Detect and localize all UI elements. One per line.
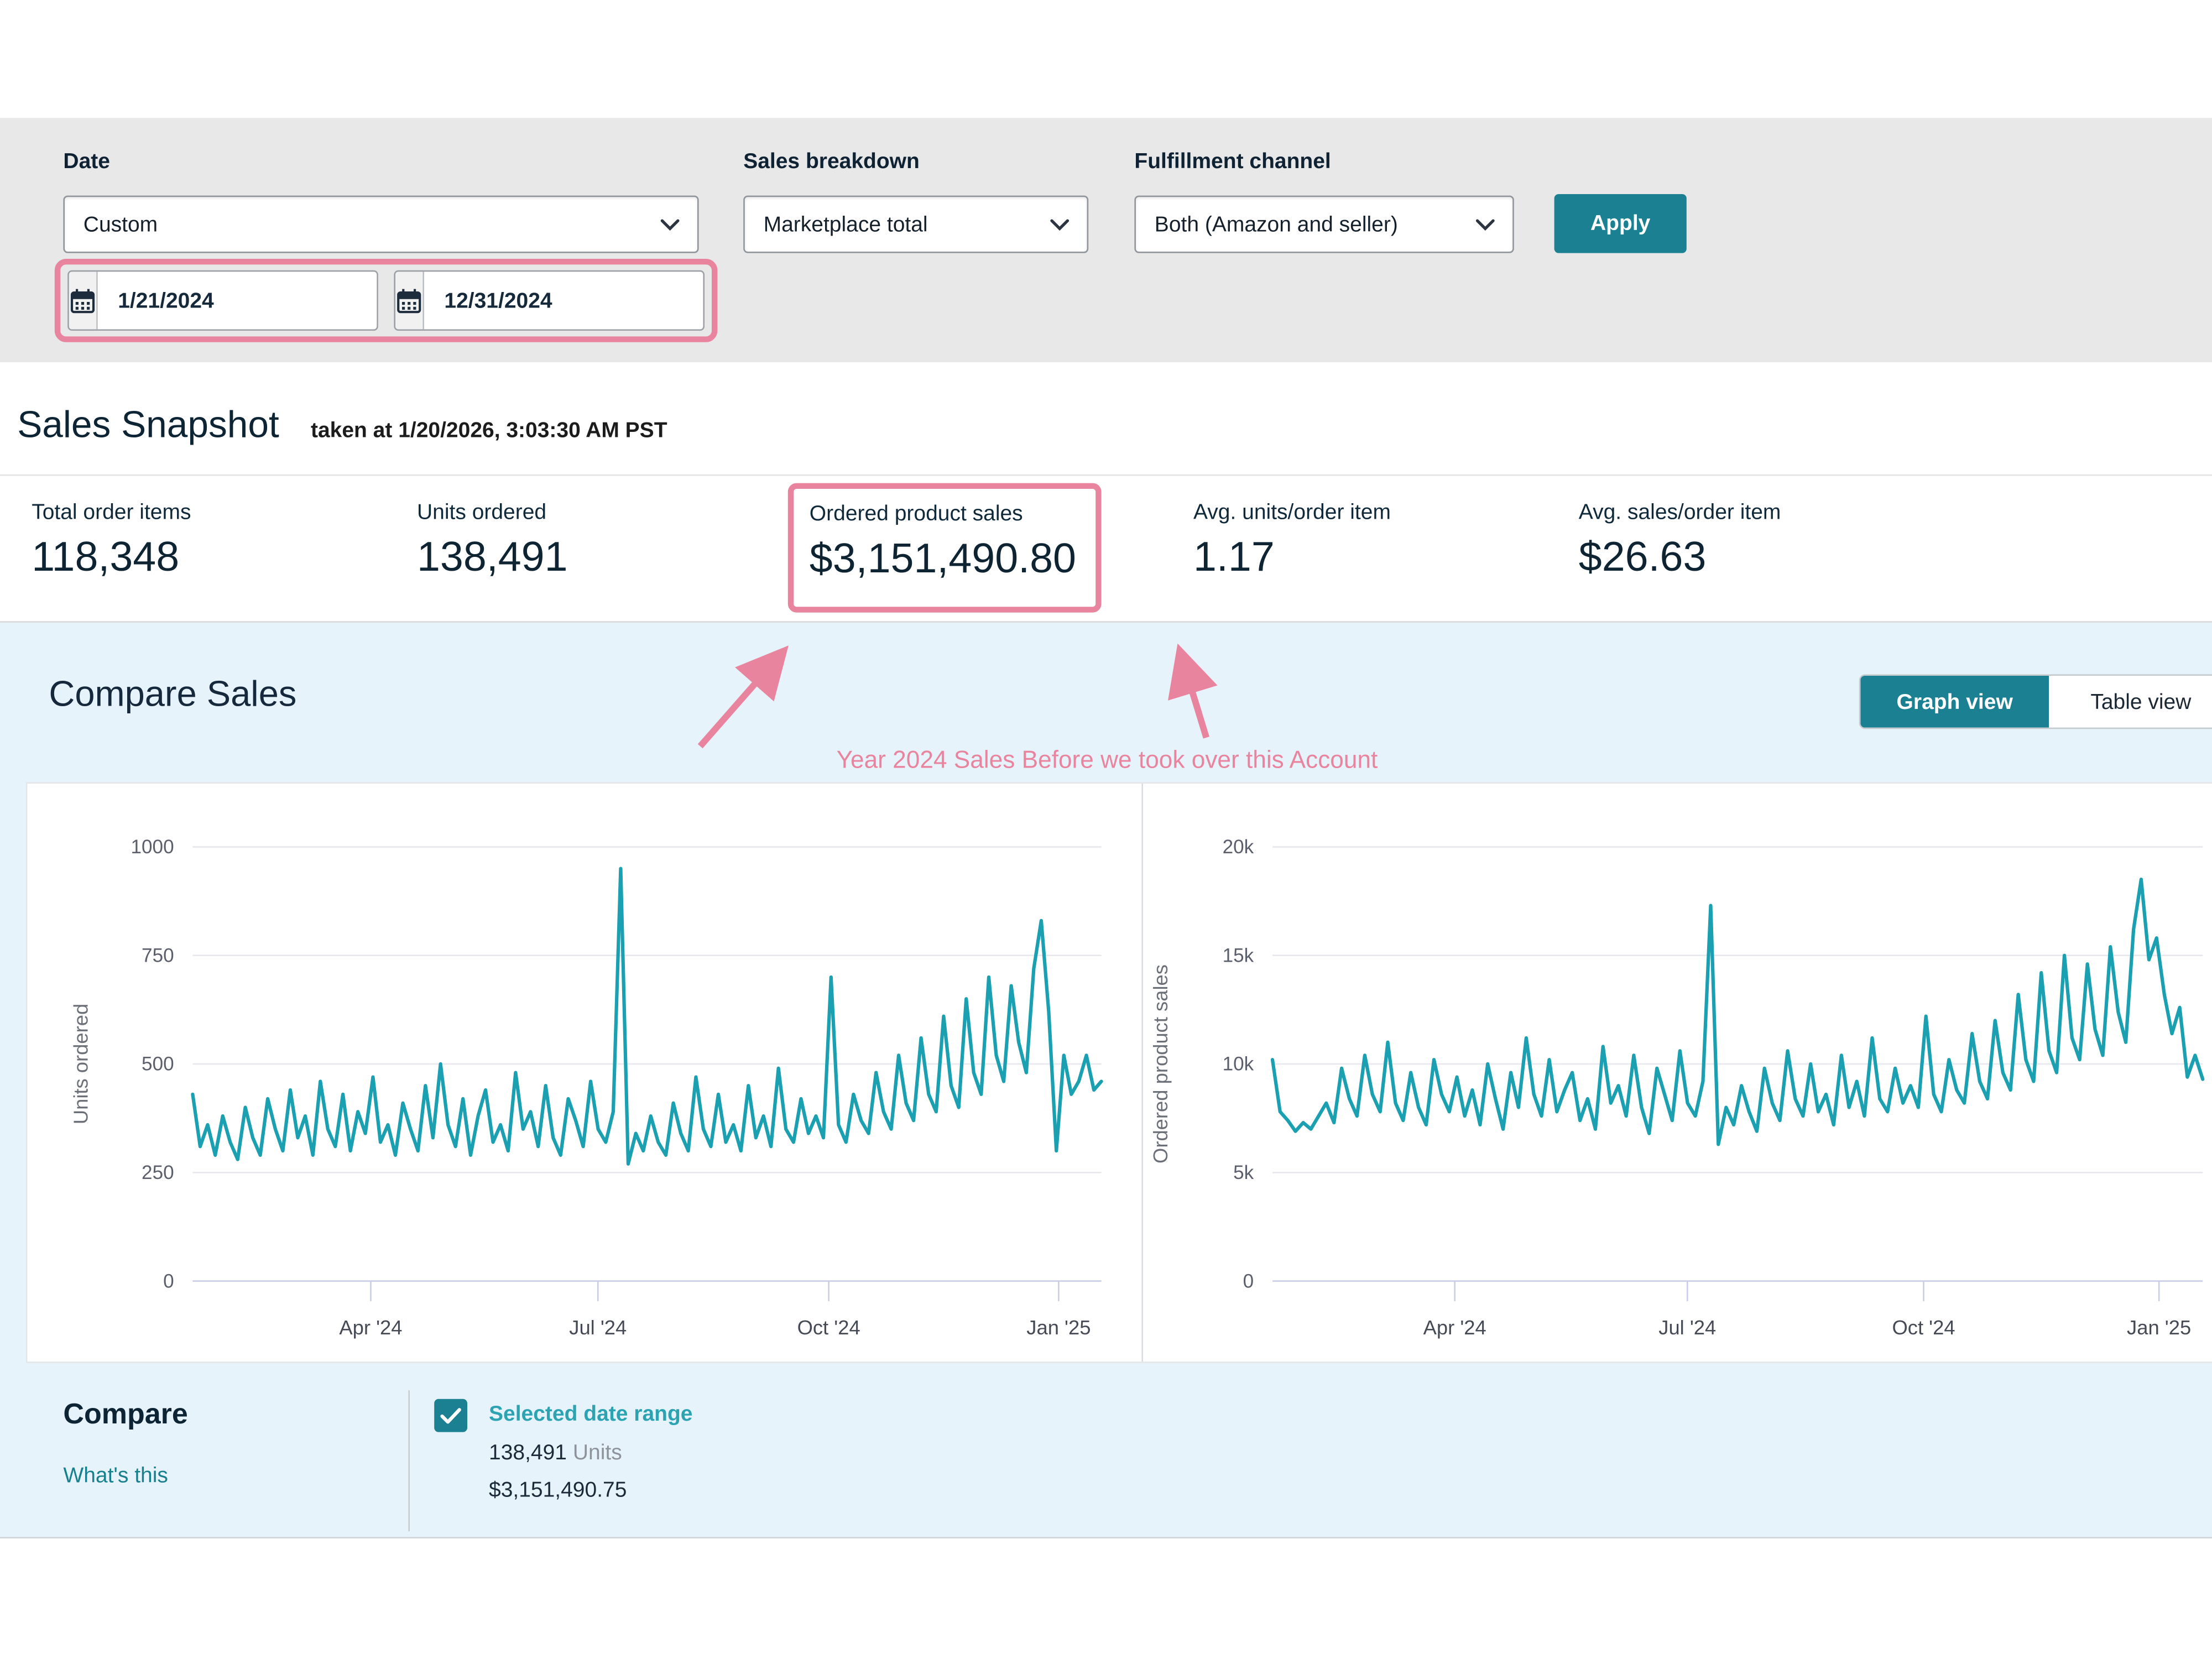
sales-breakdown-label: Sales breakdown	[743, 149, 920, 174]
chevron-down-icon	[1475, 218, 1495, 231]
compare-heading: Compare	[63, 1399, 187, 1432]
svg-text:Jan '25: Jan '25	[1026, 1316, 1091, 1339]
compare-sales-title: Compare Sales	[49, 674, 296, 716]
date-filter-label: Date	[63, 149, 110, 174]
sales-snapshot-section: Sales Snapshot taken at 1/20/2026, 3:03:…	[0, 362, 2212, 621]
start-date-field[interactable]	[98, 272, 378, 329]
metric-label: Avg. units/order item	[1193, 500, 1391, 525]
date-preset-value: Custom	[84, 212, 158, 237]
page: Date Custom Sales breakdown Marketplace …	[0, 0, 2212, 1659]
metric-ordered-product-sales-highlighted: Ordered product sales $3,151,490.80	[788, 483, 1102, 613]
legend-units-line: 138,491 Units	[489, 1441, 622, 1465]
svg-text:500: 500	[142, 1053, 174, 1075]
metric-value: 138,491	[417, 535, 568, 582]
svg-text:5k: 5k	[1233, 1162, 1254, 1183]
svg-text:Jan '25: Jan '25	[2127, 1316, 2191, 1339]
metric-label: Units ordered	[417, 500, 568, 525]
metric-label: Total order items	[32, 500, 191, 525]
svg-text:Apr '24: Apr '24	[339, 1316, 402, 1339]
calendar-icon[interactable]	[69, 272, 98, 329]
metric-units-ordered: Units ordered 138,491	[417, 500, 568, 582]
divider	[408, 1390, 410, 1531]
svg-text:20k: 20k	[1223, 836, 1254, 858]
page-title: Sales Snapshot	[17, 403, 279, 447]
svg-text:10k: 10k	[1223, 1053, 1254, 1075]
svg-text:Oct '24: Oct '24	[1892, 1316, 1955, 1339]
metric-value: 1.17	[1193, 535, 1391, 582]
units-ordered-chart-card: 1000 750 500 250 0 Apr '24 Jul '24 Oct '24 Jan '…	[27, 784, 1141, 1361]
divider	[0, 474, 2212, 476]
charts-container: 1000 750 500 250 0 Apr '24 Jul '24 Oct '24 Jan '…	[26, 782, 2212, 1363]
svg-text:0: 0	[163, 1270, 174, 1292]
check-icon	[440, 1407, 462, 1424]
svg-text:Apr '24: Apr '24	[1423, 1316, 1486, 1339]
sales-breakdown-select[interactable]: Marketplace total	[743, 196, 1088, 253]
metric-value: 118,348	[32, 535, 191, 582]
svg-text:Oct '24: Oct '24	[797, 1316, 860, 1339]
chevron-down-icon	[1050, 218, 1070, 231]
fulfillment-channel-label: Fulfillment channel	[1134, 149, 1331, 174]
whats-this-link[interactable]: What's this	[63, 1464, 168, 1488]
svg-text:Jul '24: Jul '24	[1658, 1316, 1716, 1339]
metric-value: $26.63	[1579, 535, 1781, 582]
units-ordered-chart: 1000 750 500 250 0 Apr '24 Jul '24 Oct '24 Jan '…	[27, 784, 1141, 1361]
chevron-down-icon	[660, 218, 680, 231]
legend-sales-value: $3,151,490.75	[489, 1478, 627, 1503]
metric-avg-units-order-item: Avg. units/order item 1.17	[1193, 500, 1391, 582]
start-date-input[interactable]	[67, 270, 378, 331]
svg-text:Ordered product sales: Ordered product sales	[1149, 964, 1172, 1164]
metric-value: $3,151,490.80	[810, 536, 1076, 584]
annotation-arrow-right	[1181, 653, 1207, 737]
calendar-icon[interactable]	[395, 272, 424, 329]
svg-text:750: 750	[142, 945, 174, 966]
svg-text:Units ordered: Units ordered	[70, 1004, 92, 1124]
metric-label: Ordered product sales	[810, 502, 1076, 526]
end-date-input[interactable]	[394, 270, 705, 331]
metric-label: Avg. sales/order item	[1579, 500, 1781, 525]
date-preset-select[interactable]: Custom	[63, 196, 698, 253]
metric-avg-sales-order-item: Avg. sales/order item $26.63	[1579, 500, 1781, 582]
svg-text:1000: 1000	[131, 836, 174, 858]
svg-text:0: 0	[1243, 1270, 1254, 1292]
selected-date-range-checkbox[interactable]	[434, 1399, 467, 1432]
metric-total-order-items: Total order items 118,348	[32, 500, 191, 582]
date-range-highlight	[55, 259, 718, 342]
sales-breakdown-value: Marketplace total	[764, 212, 928, 237]
annotation-note: Year 2024 Sales Before we took over this…	[474, 746, 1740, 775]
table-view-button[interactable]: Table view	[2049, 676, 2212, 728]
end-date-field[interactable]	[424, 272, 705, 329]
legend-units-value: 138,491	[489, 1441, 567, 1465]
svg-text:Jul '24: Jul '24	[569, 1316, 627, 1339]
annotation-arrow-left	[700, 653, 782, 746]
ordered-product-sales-chart: 20k 15k 10k 5k 0 Apr '24 Jul '24 Oct '24 Jan '25…	[1143, 784, 2212, 1361]
fulfillment-channel-value: Both (Amazon and seller)	[1155, 212, 1398, 237]
ordered-product-sales-chart-card: 20k 15k 10k 5k 0 Apr '24 Jul '24 Oct '24 Jan '25…	[1141, 784, 2212, 1361]
view-toggle: Graph view Table view	[1860, 676, 2212, 728]
filter-bar: Date Custom Sales breakdown Marketplace …	[0, 118, 2212, 362]
svg-text:15k: 15k	[1223, 945, 1254, 966]
svg-text:250: 250	[142, 1162, 174, 1183]
apply-button[interactable]: Apply	[1554, 194, 1687, 253]
legend-label: Selected date range	[489, 1402, 693, 1426]
snapshot-timestamp: taken at 1/20/2026, 3:03:30 AM PST	[311, 419, 667, 443]
legend-units-suffix: Units	[573, 1441, 622, 1465]
graph-view-button[interactable]: Graph view	[1860, 676, 2049, 728]
compare-sales-section: Compare Sales Graph view Table view Year…	[0, 621, 2212, 1538]
fulfillment-channel-select[interactable]: Both (Amazon and seller)	[1134, 196, 1514, 253]
